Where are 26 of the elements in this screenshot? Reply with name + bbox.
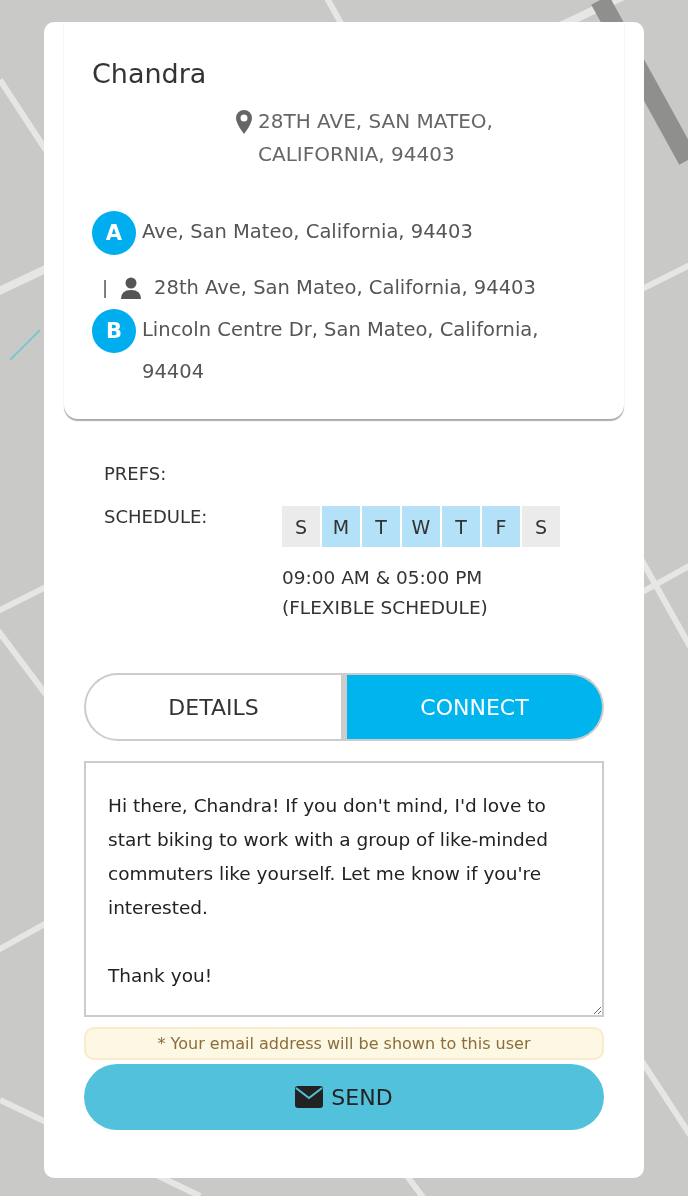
send-button[interactable]: SEND [84,1064,604,1130]
weekday-cell: W [402,506,440,547]
prefs-label: PREFS: [104,463,168,484]
weekday-cell: T [442,506,480,547]
weekday-cell: F [482,506,520,547]
waypoint-address: 28th Ave, San Mateo, California, 94403 [154,275,536,301]
location-pin-icon [236,110,252,134]
weekday-cell: M [322,506,360,547]
mail-icon [295,1086,324,1108]
weekday-cell: S [282,506,320,547]
user-name: Chandra [92,58,208,89]
stop-address: Ave, San Mateo, California, 94403 [142,219,474,245]
email-notice: * Your email address will be shown to this user [84,1027,604,1060]
tab[interactable]: DETAILS [84,673,343,741]
stop-address: Lincoln Centre Dr, San Mateo, California, 94404 [142,317,540,385]
person-icon [120,277,143,299]
location-text: 28TH AVE, SAN MATEO, CALIFORNIA, 94403 [258,108,494,168]
schedule-times: 09:00 AM & 05:00 PM [282,566,484,590]
stop-marker: B [92,309,136,353]
stop-marker: A [92,211,136,255]
weekday-cell: T [362,506,400,547]
schedule-note: (FLEXIBLE SCHEDULE) [282,596,489,620]
weekday-cell: S [522,506,560,547]
message-field[interactable]: Hi there, Chandra! If you don't mind, I'd love to start biking to work with a group of like-minded commuters like yourself. Let me know if you're interested. Thank you! [84,761,604,1017]
schedule-label: SCHEDULE: [104,506,209,527]
route-line: | [102,276,109,300]
